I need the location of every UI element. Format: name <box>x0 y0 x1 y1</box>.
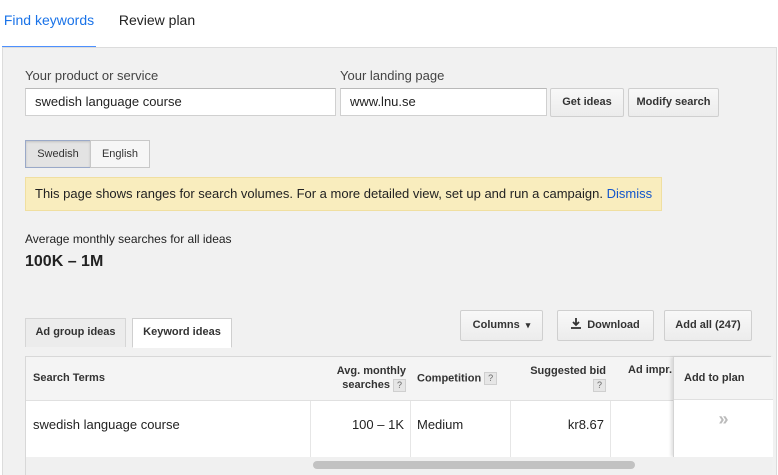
landing-page-input[interactable]: www.lnu.se <box>340 88 547 116</box>
header-competition[interactable]: Competition? <box>417 372 498 385</box>
columns-dropdown[interactable]: Columns ▾ <box>460 310 543 341</box>
tab-review-plan[interactable]: Review plan <box>110 0 204 46</box>
dismiss-link[interactable]: Dismiss <box>607 186 653 201</box>
cell-suggested-bid: kr8.67 <box>567 417 604 432</box>
download-label: Download <box>587 319 640 331</box>
get-ideas-button[interactable]: Get ideas <box>550 88 624 117</box>
header-add-to-plan: Add to plan <box>684 372 745 384</box>
language-swedish-button[interactable]: Swedish <box>25 140 91 168</box>
help-icon[interactable]: ? <box>484 372 498 385</box>
columns-label: Columns <box>472 319 520 331</box>
column-divider <box>410 401 411 457</box>
chevron-down-icon: ▾ <box>525 320 531 330</box>
add-to-plan-column: Add to plan » <box>673 357 773 457</box>
cell-avg-searches: 100 – 1K <box>351 417 404 432</box>
add-all-button[interactable]: Add all (247) <box>664 310 752 341</box>
tab-keyword-ideas[interactable]: Keyword ideas <box>132 318 232 348</box>
header-avg-monthly-searches[interactable]: Avg. monthly searches? <box>322 364 406 392</box>
header-competition-label: Competition <box>417 372 482 385</box>
help-icon[interactable]: ? <box>393 378 406 392</box>
add-keyword-icon[interactable]: » <box>674 409 773 430</box>
notice-text: This page shows ranges for search volume… <box>35 186 603 201</box>
help-icon[interactable]: ? <box>593 378 606 392</box>
cell-search-term: swedish language course <box>33 417 180 432</box>
tab-find-keywords[interactable]: Find keywords <box>2 0 96 49</box>
header-suggested-bid[interactable]: Suggested bid ? <box>516 364 606 392</box>
header-avg-line2: searches <box>342 379 390 391</box>
cell-competition: Medium <box>417 417 464 432</box>
landing-page-label: Your landing page <box>340 68 445 83</box>
header-bid-label: Suggested bid <box>530 365 606 377</box>
column-divider <box>510 401 511 457</box>
keyword-ideas-table: Search Terms Avg. monthly searches? Comp… <box>25 356 773 475</box>
column-divider <box>610 401 611 457</box>
product-label: Your product or service <box>25 68 159 83</box>
notice-banner: This page shows ranges for search volume… <box>25 177 662 211</box>
download-button[interactable]: Download <box>557 310 654 341</box>
column-divider <box>310 401 311 457</box>
avg-searches-value: 100K – 1M <box>25 253 104 270</box>
header-avg-line1: Avg. monthly <box>336 365 406 377</box>
download-icon <box>571 318 582 329</box>
modify-search-button[interactable]: Modify search <box>628 88 719 117</box>
table-header: Search Terms Avg. monthly searches? Comp… <box>26 357 772 401</box>
horizontal-scrollbar[interactable] <box>26 457 772 475</box>
product-input[interactable]: swedish language course <box>25 88 336 116</box>
language-english-button[interactable]: English <box>90 140 150 168</box>
scrollbar-thumb[interactable] <box>313 461 635 469</box>
header-ad-impr[interactable]: Ad impr. <box>628 364 672 376</box>
avg-searches-label: Average monthly searches for all ideas <box>25 232 232 246</box>
header-search-terms[interactable]: Search Terms <box>33 372 105 384</box>
tab-ad-group-ideas[interactable]: Ad group ideas <box>25 318 126 347</box>
